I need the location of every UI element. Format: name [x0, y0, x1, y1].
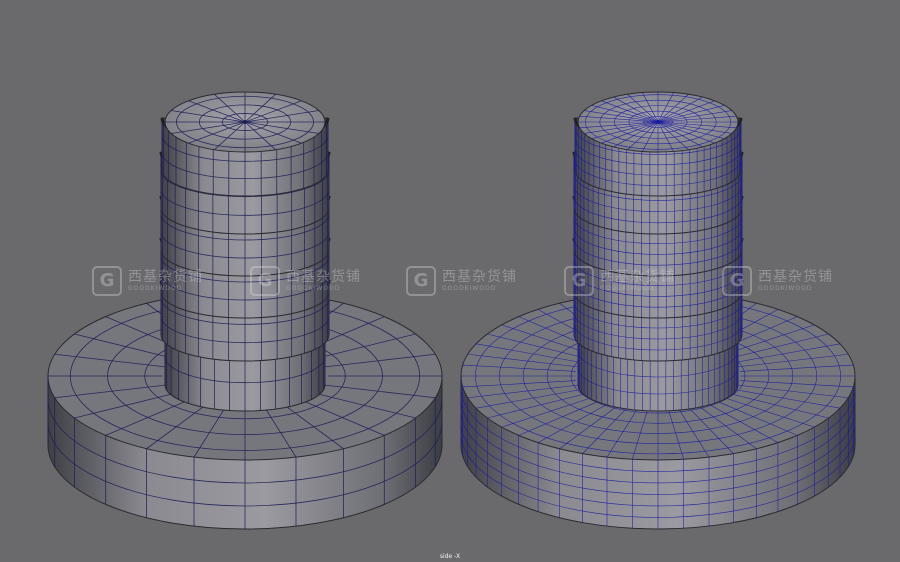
watermark-subtext: GOODKIWOOD: [442, 285, 497, 292]
low-poly-bolt-model[interactable]: [47, 91, 443, 530]
watermark-logo-icon: G: [406, 266, 436, 296]
watermark-text: 西基杂货铺: [600, 269, 675, 285]
watermark-subtext: GOODKIWOOD: [286, 285, 341, 292]
watermark-text: 西基杂货铺: [286, 269, 361, 285]
watermark-logo-icon: G: [250, 266, 280, 296]
watermark-logo-icon: G: [92, 266, 122, 296]
watermark-logo-icon: G: [564, 266, 594, 296]
watermark-text: 西基杂货铺: [758, 269, 833, 285]
watermark-logo-icon: G: [722, 266, 752, 296]
watermark-subtext: GOODKIWOOD: [128, 285, 183, 292]
watermark-text: 西基杂货铺: [442, 269, 517, 285]
high-poly-bolt-model[interactable]: [460, 91, 856, 530]
watermark: G 西基杂货铺 GOODKIWOOD: [250, 266, 361, 296]
watermark-text: 西基杂货铺: [128, 269, 203, 285]
watermark: G 西基杂货铺 GOODKIWOOD: [92, 266, 203, 296]
maya-viewport[interactable]: G 西基杂货铺 GOODKIWOOD G 西基杂货铺 GOODKIWOOD G 西基…: [0, 0, 900, 562]
camera-label: side -X: [439, 553, 461, 560]
watermark-subtext: GOODKIWOOD: [758, 285, 813, 292]
watermark: G 西基杂货铺 GOODKIWOOD: [722, 266, 833, 296]
watermark-subtext: GOODKIWOOD: [600, 285, 655, 292]
watermark: G 西基杂货铺 GOODKIWOOD: [406, 266, 517, 296]
watermark: G 西基杂货铺 GOODKIWOOD: [564, 266, 675, 296]
